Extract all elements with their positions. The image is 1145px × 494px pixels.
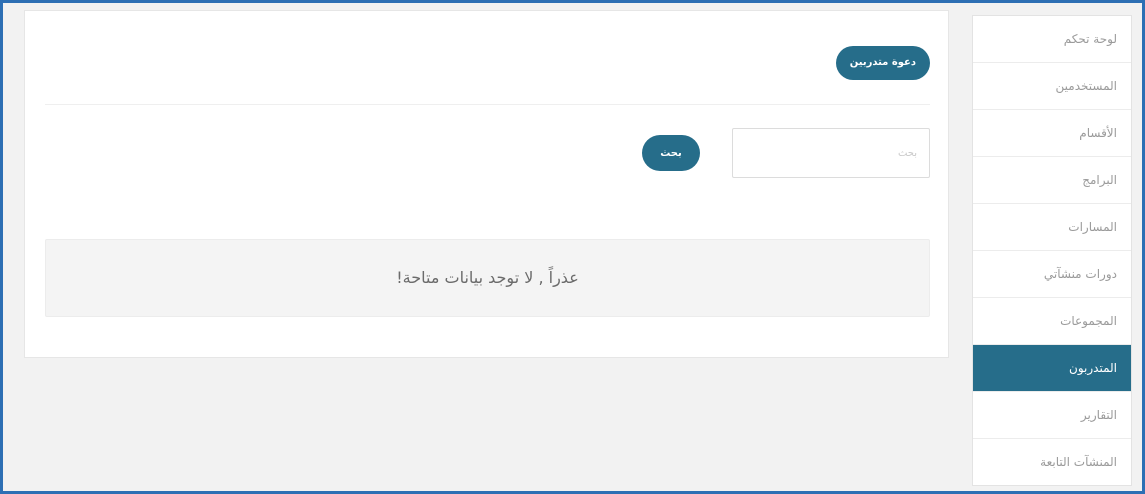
sidebar-item-affiliated-facilities[interactable]: المنشآت التابعة: [973, 439, 1131, 485]
search-input[interactable]: [732, 128, 930, 178]
search-button[interactable]: بحث: [642, 135, 700, 171]
empty-state-message: عذراً , لا توجد بيانات متاحة!: [45, 239, 930, 317]
sidebar-item-users[interactable]: المستخدمين: [973, 63, 1131, 110]
sidebar-item-trainees[interactable]: المتدربون: [973, 345, 1131, 392]
sidebar-nav: لوحة تحكم المستخدمين الأقسام البرامج الم…: [972, 15, 1132, 486]
sidebar-item-departments[interactable]: الأقسام: [973, 110, 1131, 157]
main-panel: دعوة متدربين بحث عذراً , لا توجد بيانات …: [24, 10, 949, 358]
sidebar-item-dashboard[interactable]: لوحة تحكم: [973, 16, 1131, 63]
sidebar-item-tracks[interactable]: المسارات: [973, 204, 1131, 251]
sidebar-item-reports[interactable]: التقارير: [973, 392, 1131, 439]
sidebar-item-facility-courses[interactable]: دورات منشآتي: [973, 251, 1131, 298]
divider: [45, 104, 930, 105]
sidebar-item-programs[interactable]: البرامج: [973, 157, 1131, 204]
sidebar-item-groups[interactable]: المجموعات: [973, 298, 1131, 345]
invite-trainees-button[interactable]: دعوة متدربين: [835, 46, 930, 80]
